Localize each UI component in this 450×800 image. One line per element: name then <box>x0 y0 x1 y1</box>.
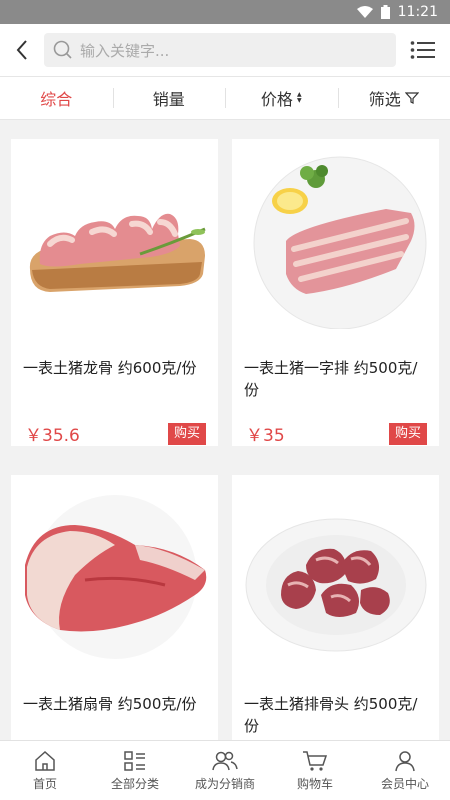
user-icon <box>395 750 415 771</box>
search-icon <box>53 40 72 59</box>
product-grid: 一表土猪龙骨 约600克/份 ￥35.6 购买 一表土猪一字排 约500克/份 … <box>0 120 450 740</box>
status-time: 11:21 <box>397 4 438 20</box>
users-icon <box>212 751 238 770</box>
product-image <box>232 139 439 339</box>
product-name: 一表土猪扇骨 约500克/份 <box>23 695 197 713</box>
product-price: ￥35 <box>246 426 285 446</box>
product-image <box>11 139 218 339</box>
chevron-left-icon <box>16 40 27 60</box>
wifi-icon <box>356 6 373 18</box>
product-image <box>11 475 218 675</box>
tab-become-distributor[interactable]: 成为分销商 <box>180 741 270 800</box>
tab-member-center[interactable]: 会员中心 <box>360 741 450 800</box>
sort-comprehensive[interactable]: 综合 <box>0 76 113 120</box>
top-bar: 输入关键字... <box>0 24 450 76</box>
tab-all-categories[interactable]: 全部分类 <box>90 741 180 800</box>
product-card[interactable]: 一表土猪排骨头 约500克/份 <box>232 475 439 740</box>
sort-bar: 综合 销量 价格 ▲ ▼ 筛选 <box>0 76 450 120</box>
product-name: 一表土猪一字排 约500克/份 <box>244 359 418 399</box>
category-icon <box>124 750 145 771</box>
product-name: 一表土猪龙骨 约600克/份 <box>23 359 197 377</box>
buy-button[interactable]: 购买 <box>388 422 427 445</box>
sort-arrows-icon: ▲ ▼ <box>296 91 302 104</box>
product-card[interactable]: 一表土猪龙骨 约600克/份 ￥35.6 购买 <box>11 139 218 446</box>
product-price: ￥35.6 <box>25 426 80 446</box>
filter-icon <box>404 92 419 104</box>
product-name: 一表土猪排骨头 约500克/份 <box>244 695 418 735</box>
search-placeholder: 输入关键字... <box>80 41 170 60</box>
sort-price[interactable]: 价格 ▲ ▼ <box>225 76 338 120</box>
list-icon <box>410 41 435 59</box>
bottom-tab-bar: 首页 全部分类 成为分销商 购物车 会员中心 <box>0 740 450 800</box>
cart-icon <box>303 750 328 771</box>
list-menu-button[interactable] <box>396 24 450 76</box>
home-icon <box>35 750 55 771</box>
product-image <box>232 475 439 675</box>
search-box[interactable]: 输入关键字... <box>44 33 396 67</box>
battery-icon <box>380 5 390 19</box>
buy-button[interactable]: 购买 <box>167 422 206 445</box>
product-card[interactable]: 一表土猪扇骨 约500克/份 <box>11 475 218 740</box>
tab-home[interactable]: 首页 <box>0 741 90 800</box>
back-button[interactable] <box>0 24 44 76</box>
status-bar: 11:21 <box>0 0 450 24</box>
sort-sales[interactable]: 销量 <box>112 76 226 120</box>
product-card[interactable]: 一表土猪一字排 约500克/份 ￥35 购买 <box>232 139 439 446</box>
tab-cart[interactable]: 购物车 <box>270 741 360 800</box>
sort-filter[interactable]: 筛选 <box>337 76 450 120</box>
